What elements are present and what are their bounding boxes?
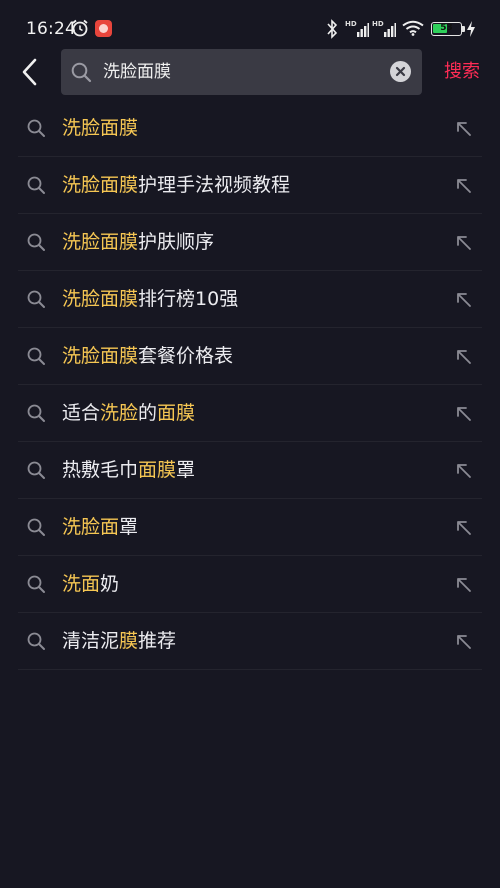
suggestion-highlight: 面膜 [157, 402, 196, 424]
suggestion-highlight: 洗脸面 [62, 516, 120, 538]
suggestion-item[interactable]: 洗脸面膜套餐价格表 [18, 328, 482, 385]
search-icon [27, 461, 45, 479]
search-icon [27, 575, 45, 593]
suggestion-segment: 的 [138, 402, 158, 424]
suggestion-segment: 推荐 [138, 630, 177, 652]
suggestion-segment: 清洁泥 [62, 630, 120, 652]
suggestion-item[interactable]: 洗脸面膜排行榜10强 [18, 271, 482, 328]
suggestion-text: 洗脸面罩 [62, 499, 138, 555]
suggestion-list: 洗脸面膜 洗脸面膜护理手法视频教程 洗脸面膜护肤顺序 洗脸面膜排行榜10强 洗脸面膜套餐… [0, 100, 500, 670]
suggestion-item[interactable]: 洗脸面膜护理手法视频教程 [18, 157, 482, 214]
charging-icon [467, 21, 475, 37]
back-button[interactable] [15, 56, 47, 88]
clear-icon [395, 66, 406, 77]
suggestion-segment: 热敷毛巾 [62, 459, 139, 481]
battery-tip [462, 26, 465, 32]
suggestion-highlight: 洗脸面膜 [62, 345, 139, 367]
suggestion-highlight: 洗脸面膜 [62, 117, 139, 139]
suggestion-text: 洗脸面膜套餐价格表 [62, 328, 233, 384]
suggestion-item[interactable]: 洗脸面罩 [18, 499, 482, 556]
search-icon [27, 404, 45, 422]
fill-arrow-icon[interactable] [454, 233, 474, 253]
suggestion-highlight: 面膜 [138, 459, 177, 481]
app-notification-icon [95, 20, 112, 37]
bluetooth-icon [327, 19, 338, 39]
alarm-icon [72, 19, 88, 37]
fill-arrow-icon[interactable] [454, 290, 474, 310]
suggestion-segment: 护肤顺序 [138, 231, 215, 253]
suggestion-text: 洗脸面膜排行榜10强 [62, 271, 238, 327]
suggestion-segment: 罩 [176, 459, 196, 481]
suggestion-item[interactable]: 清洁泥膜推荐 [18, 613, 482, 670]
suggestion-text: 洗脸面膜 [62, 100, 138, 156]
fill-arrow-icon[interactable] [454, 461, 474, 481]
status-time: 16:24 [26, 19, 76, 39]
clear-button[interactable] [390, 61, 411, 82]
fill-arrow-icon[interactable] [454, 347, 474, 367]
suggestion-text: 洗脸面膜护肤顺序 [62, 214, 214, 270]
search-icon [27, 176, 45, 194]
search-button[interactable]: 搜索 [436, 49, 488, 95]
suggestion-segment: 套餐价格表 [138, 345, 234, 367]
fill-arrow-icon[interactable] [454, 404, 474, 424]
fill-arrow-icon[interactable] [454, 632, 474, 652]
search-box[interactable] [61, 49, 422, 95]
search-icon [27, 347, 45, 365]
cell-signal-icon-2: HD [372, 20, 396, 38]
suggestion-item[interactable]: 洗脸面膜护肤顺序 [18, 214, 482, 271]
battery-icon: 53 [431, 22, 462, 36]
suggestion-segment: 奶 [100, 573, 120, 595]
suggestion-item[interactable]: 热敷毛巾面膜罩 [18, 442, 482, 499]
wifi-icon [402, 20, 424, 36]
suggestion-text: 热敷毛巾面膜罩 [62, 442, 195, 498]
search-icon [27, 233, 45, 251]
search-icon [71, 62, 92, 83]
suggestion-segment: 排行榜10强 [138, 288, 239, 310]
suggestion-segment: 适合 [62, 402, 101, 424]
suggestion-item[interactable]: 洗脸面膜 [18, 100, 482, 157]
fill-arrow-icon[interactable] [454, 518, 474, 538]
search-input[interactable] [103, 49, 383, 95]
suggestion-highlight: 洗面 [62, 573, 101, 595]
battery-level: 53 [440, 23, 453, 33]
search-icon [27, 290, 45, 308]
fill-arrow-icon[interactable] [454, 119, 474, 139]
suggestion-text: 洗面奶 [62, 556, 119, 612]
search-icon [27, 518, 45, 536]
suggestion-segment: 护理手法视频教程 [138, 174, 291, 196]
suggestion-highlight: 洗脸面膜 [62, 288, 139, 310]
suggestion-highlight: 洗脸面膜 [62, 174, 139, 196]
suggestion-highlight: 洗脸面膜 [62, 231, 139, 253]
suggestion-text: 清洁泥膜推荐 [62, 613, 176, 669]
suggestion-highlight: 膜 [119, 630, 139, 652]
suggestion-item[interactable]: 适合洗脸的面膜 [18, 385, 482, 442]
suggestion-highlight: 洗脸 [100, 402, 139, 424]
search-icon [27, 632, 45, 650]
suggestion-text: 适合洗脸的面膜 [62, 385, 195, 441]
suggestion-text: 洗脸面膜护理手法视频教程 [62, 157, 290, 213]
search-icon [27, 119, 45, 137]
suggestion-segment: 罩 [119, 516, 139, 538]
cell-signal-icon: HD [345, 20, 369, 38]
suggestion-item[interactable]: 洗面奶 [18, 556, 482, 613]
fill-arrow-icon[interactable] [454, 176, 474, 196]
fill-arrow-icon[interactable] [454, 575, 474, 595]
